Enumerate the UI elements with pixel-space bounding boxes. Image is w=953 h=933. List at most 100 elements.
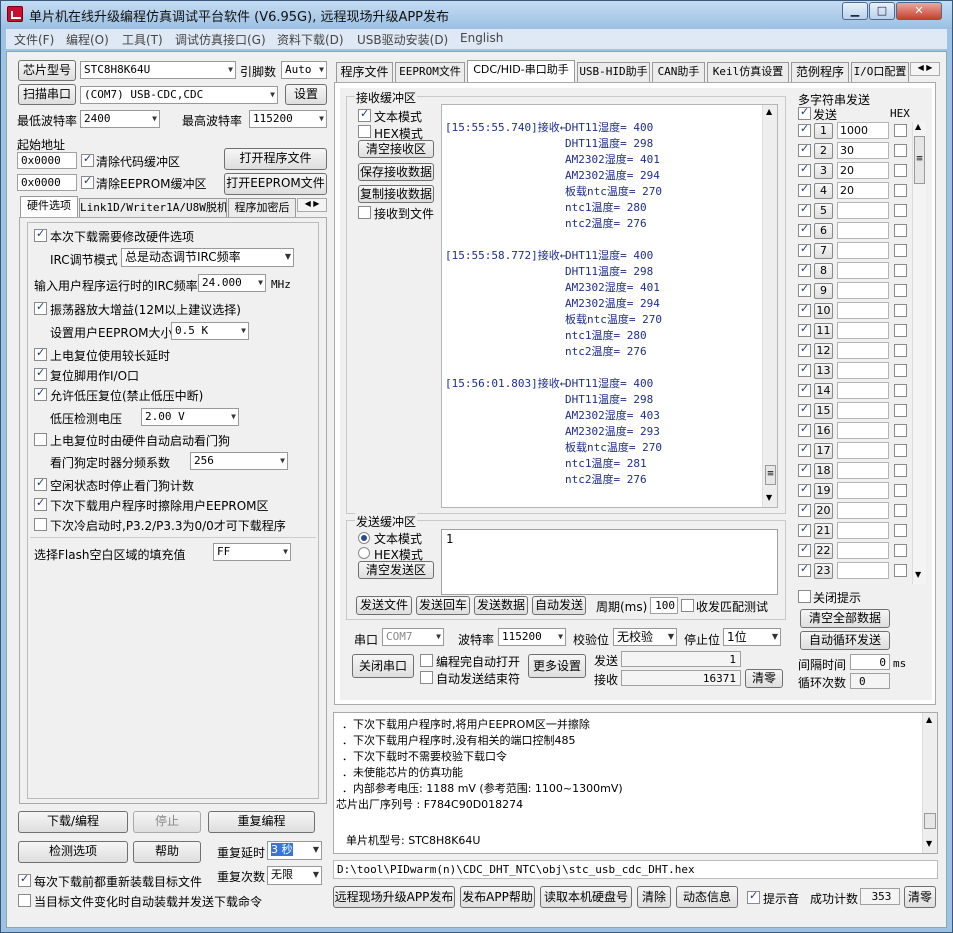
auto-open-checkbox[interactable] (420, 654, 433, 667)
multi-row-input[interactable]: 1000 (837, 122, 889, 139)
clear-all-data-button[interactable]: 清空全部数据 (800, 609, 890, 628)
multi-send-all-checkbox[interactable] (798, 105, 811, 120)
multi-row-send-checkbox[interactable] (798, 382, 811, 397)
menu-download[interactable]: 资料下载(D) (277, 31, 344, 48)
multi-row-send-checkbox[interactable] (798, 362, 811, 377)
repeat-delay-select[interactable]: 3 秒 ▼ (267, 841, 322, 860)
multi-row-hex-checkbox[interactable] (894, 364, 907, 377)
multi-row-hex-checkbox[interactable] (894, 444, 907, 457)
multi-row-input[interactable] (837, 362, 889, 379)
multi-row-input[interactable] (837, 242, 889, 259)
multi-row-input[interactable] (837, 422, 889, 439)
multi-row-send-button[interactable]: 19 (814, 483, 833, 499)
log-scrollbar[interactable]: ▲ ▼ (922, 713, 937, 853)
multi-row-input[interactable] (837, 262, 889, 279)
multi-row-send-button[interactable]: 10 (814, 303, 833, 319)
idle-stop-wdt-checkbox[interactable] (34, 476, 47, 491)
modify-hw-options-checkbox[interactable] (34, 227, 47, 242)
max-baud-select[interactable]: 115200 ▼ (249, 110, 327, 128)
multi-row-send-checkbox[interactable] (798, 502, 811, 517)
oscillator-gain-checkbox[interactable] (34, 300, 47, 315)
multi-row-input[interactable] (837, 202, 889, 219)
rx-scrollbar[interactable]: ▲ ≡ ▼ (762, 105, 777, 507)
maximize-button[interactable]: □ (869, 2, 895, 20)
multi-row-send-button[interactable]: 3 (814, 163, 833, 179)
clear-code-checkbox[interactable] (81, 152, 94, 167)
multi-row-send-checkbox[interactable] (798, 322, 811, 337)
stopbits-select[interactable]: 1位 ▼ (723, 628, 781, 646)
multi-row-send-button[interactable]: 1 (814, 123, 833, 139)
p32-p33-checkbox[interactable] (34, 518, 47, 531)
scan-port-button[interactable]: 扫描串口 (18, 84, 76, 105)
multi-row-input[interactable] (837, 402, 889, 419)
multi-row-send-checkbox[interactable] (798, 422, 811, 437)
lvd-select[interactable]: 2.00 V ▼ (141, 408, 239, 426)
multi-row-send-checkbox[interactable] (798, 182, 811, 197)
more-settings-button[interactable]: 更多设置 (528, 654, 586, 678)
download-program-button[interactable]: 下载/编程 (18, 811, 128, 833)
multi-row-hex-checkbox[interactable] (894, 424, 907, 437)
parity-select[interactable]: 无校验 ▼ (613, 628, 677, 646)
multi-row-hex-checkbox[interactable] (894, 124, 907, 137)
multi-row-input[interactable] (837, 222, 889, 239)
multi-row-hex-checkbox[interactable] (894, 164, 907, 177)
multi-row-send-checkbox[interactable] (798, 262, 811, 277)
auto-send-button[interactable]: 自动发送 (532, 596, 586, 615)
multi-scrollbar[interactable]: ▲ ≡ ▼ (912, 122, 926, 584)
chip-model-button[interactable]: 芯片型号 (18, 60, 76, 81)
multi-row-send-checkbox[interactable] (798, 222, 811, 237)
multi-row-send-checkbox[interactable] (798, 122, 811, 137)
tab-io-config[interactable]: I/O口配置 (851, 62, 909, 82)
multi-row-send-button[interactable]: 15 (814, 403, 833, 419)
clear-tx-button[interactable]: 清空发送区 (358, 561, 434, 579)
interval-input[interactable]: 0 (850, 654, 890, 670)
multi-row-input[interactable] (837, 342, 889, 359)
code-address-input[interactable]: 0x0000 (17, 152, 77, 169)
multi-row-input[interactable] (837, 322, 889, 339)
multi-row-input[interactable] (837, 542, 889, 559)
clear-success-button[interactable]: 清零 (904, 886, 936, 908)
menu-tools[interactable]: 工具(T) (122, 31, 163, 48)
read-disk-id-button[interactable]: 读取本机硬盘号 (540, 886, 632, 908)
menu-usb-driver[interactable]: USB驱动安装(D) (357, 31, 448, 48)
tab-eeprom-file[interactable]: EEPROM文件 (395, 62, 465, 82)
tab-serial-assistant[interactable]: CDC/HID-串口助手 (467, 60, 575, 82)
multi-row-hex-checkbox[interactable] (894, 384, 907, 397)
menu-program[interactable]: 编程(O) (66, 31, 109, 48)
tab-scroll-arrows[interactable]: ◀ ▶ (297, 198, 327, 212)
send-data-button[interactable]: 发送数据 (474, 596, 528, 615)
clear-rx-button[interactable]: 清空接收区 (358, 140, 434, 158)
multi-row-send-checkbox[interactable] (798, 142, 811, 157)
clear-eeprom-checkbox[interactable] (81, 174, 94, 189)
multi-row-hex-checkbox[interactable] (894, 264, 907, 277)
help-button[interactable]: 帮助 (133, 841, 201, 863)
multi-row-input[interactable] (837, 562, 889, 579)
multi-row-send-checkbox[interactable] (798, 542, 811, 557)
multi-row-send-checkbox[interactable] (798, 202, 811, 217)
menu-file[interactable]: 文件(F) (14, 31, 54, 48)
rx-to-file-checkbox[interactable] (358, 206, 371, 219)
tab-encryption[interactable]: 程序加密后 (228, 198, 296, 218)
tab-offline-writer[interactable]: Link1D/Writer1A/U8W脱机 (79, 198, 227, 218)
close-button[interactable]: ✕ (896, 2, 942, 20)
rx-text-area[interactable]: ▲ ≡ ▼ [15:55:55.740]接收← DHT11湿度= 400 DHT11… (441, 104, 778, 508)
auto-loop-send-button[interactable]: 自动循环发送 (800, 631, 890, 650)
multi-row-send-button[interactable]: 17 (814, 443, 833, 459)
pins-select[interactable]: Auto ▼ (281, 61, 327, 79)
multi-row-hex-checkbox[interactable] (894, 304, 907, 317)
multi-row-send-button[interactable]: 4 (814, 183, 833, 199)
multi-row-hex-checkbox[interactable] (894, 404, 907, 417)
period-input[interactable]: 100 (650, 597, 678, 614)
multi-row-input[interactable]: 20 (837, 162, 889, 179)
multi-row-send-button[interactable]: 8 (814, 263, 833, 279)
reload-before-download-checkbox[interactable] (18, 872, 31, 887)
multi-row-hex-checkbox[interactable] (894, 204, 907, 217)
multi-row-send-button[interactable]: 2 (814, 143, 833, 159)
baud-select[interactable]: 115200 ▼ (498, 628, 566, 646)
log-output[interactable]: ▲ ▼ ．下次下载用户程序时,将用户EEPROM区一并擦除 ．下次下载用户程序时,… (333, 712, 938, 854)
multi-row-send-button[interactable]: 22 (814, 543, 833, 559)
multi-row-hex-checkbox[interactable] (894, 484, 907, 497)
multi-row-hex-checkbox[interactable] (894, 324, 907, 337)
multi-row-hex-checkbox[interactable] (894, 344, 907, 357)
send-file-button[interactable]: 发送文件 (356, 596, 412, 615)
